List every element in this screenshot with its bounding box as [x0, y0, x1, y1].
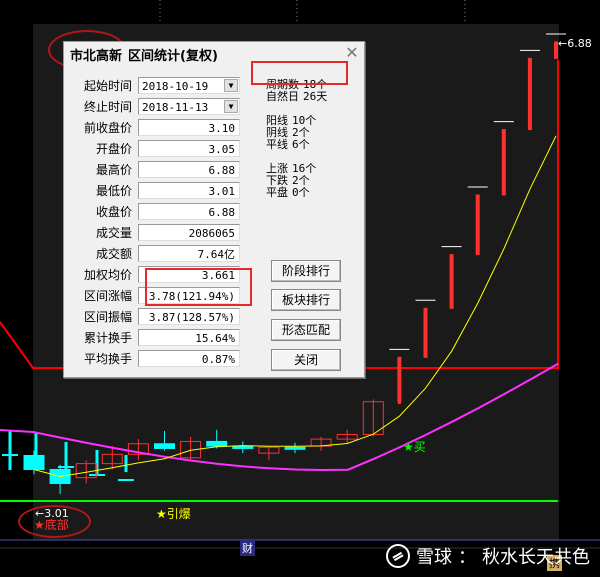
- field-row: 收盘价 6.88: [64, 201, 254, 222]
- field-label: 加权均价: [83, 268, 132, 282]
- field-value: 6.88: [138, 203, 240, 220]
- field-value-text: 2018-10-19: [142, 80, 209, 93]
- candle-body: [501, 129, 506, 196]
- field-label: 区间涨幅: [83, 289, 132, 303]
- field-label: 终止时间: [83, 100, 132, 114]
- field-row: 成交额 7.64亿: [64, 243, 254, 264]
- chevron-down-icon[interactable]: ▼: [224, 100, 238, 113]
- field-value: 2086065: [138, 224, 240, 241]
- field-row: 最高价 6.88: [64, 159, 254, 180]
- bottom-highlight: [18, 505, 91, 538]
- field-row: 终止时间 2018-11-13 ▼: [64, 96, 254, 117]
- candle-body: [206, 440, 228, 447]
- watermark: 雪球 ： 秋水长天共色: [386, 543, 590, 569]
- dialog-title-stock: 市北高新: [70, 48, 123, 64]
- close-button[interactable]: 关闭: [271, 349, 341, 371]
- buy-marker: ★买: [403, 440, 426, 454]
- field-value: 3.01: [138, 182, 240, 199]
- field-value-text: 3.05: [208, 143, 236, 156]
- field-value-text: 6.88: [208, 206, 236, 219]
- field-value-text: 6.88: [208, 164, 236, 177]
- stat-item: 上涨 16个: [266, 163, 316, 174]
- field-label: 区间振幅: [83, 310, 132, 324]
- stat-value: 0个: [292, 186, 310, 199]
- chevron-down-icon[interactable]: ▼: [224, 79, 238, 92]
- field-value-text: 0.87%: [201, 353, 235, 366]
- field-value: 6.88: [138, 161, 240, 178]
- stat-item: 平线 6个: [266, 139, 310, 150]
- field-value-text: 3.01: [208, 185, 236, 198]
- field-label: 最低价: [95, 184, 132, 198]
- price-high-label: ←6.88: [558, 37, 592, 50]
- candle-body: [23, 454, 45, 470]
- field-label: 开盘价: [95, 142, 132, 156]
- stat-item: 自然日 26天: [266, 91, 327, 102]
- field-value-text: 15.64%: [195, 332, 235, 345]
- watermark-author: 秋水长天共色: [482, 547, 590, 568]
- stage-rank-button[interactable]: 阶段排行: [271, 260, 341, 282]
- field-row: 前收盘价 3.10: [64, 117, 254, 138]
- interval-gain-highlight: [145, 268, 252, 306]
- candle-body: [284, 446, 306, 450]
- field-value-text: 3.87(128.57%): [148, 311, 235, 324]
- field-label: 累计换手: [83, 331, 132, 345]
- stat-item: 阴线 2个: [266, 127, 310, 138]
- period-count-highlight: [251, 61, 348, 85]
- stat-item: 下跌 2个: [266, 175, 310, 186]
- field-label: 平均换手: [83, 352, 132, 366]
- field-row: 起始时间 2018-10-19 ▼: [64, 75, 254, 96]
- candle-body: [423, 307, 428, 358]
- stat-value: 6个: [292, 138, 310, 151]
- field-row: 成交量 2086065: [64, 222, 254, 243]
- field-label: 起始时间: [83, 79, 132, 93]
- stat-label: 平线: [266, 138, 288, 151]
- price-high-value: 6.88: [567, 37, 592, 50]
- field-value: 0.87%: [138, 350, 240, 367]
- axis-tag-cai: 财: [240, 540, 255, 556]
- field-value: 15.64%: [138, 329, 240, 346]
- field-label: 收盘价: [95, 205, 132, 219]
- stat-item: 阳线 10个: [266, 115, 316, 126]
- sector-rank-button[interactable]: 板块排行: [271, 289, 341, 311]
- field-value: 3.05: [138, 140, 240, 157]
- snowball-logo-icon: [386, 544, 410, 568]
- field-value-text: 2086065: [188, 227, 235, 240]
- pattern-match-button[interactable]: 形态匹配: [271, 319, 341, 341]
- field-label: 成交额: [95, 247, 132, 261]
- field-value-text: 7.64亿: [197, 248, 236, 261]
- field-value-text: 3.10: [208, 122, 236, 135]
- field-value: 3.87(128.57%): [138, 308, 240, 325]
- candle-body: [397, 356, 402, 403]
- stat-label: 平盘: [266, 186, 288, 199]
- arrow-left-icon: ←: [558, 37, 568, 50]
- watermark-brand: 雪球: [416, 547, 452, 568]
- field-value-text: 2018-11-13: [142, 101, 209, 114]
- watermark-separator: ：: [458, 547, 476, 568]
- stat-value: 26天: [303, 90, 328, 103]
- stat-label: 自然日: [266, 90, 299, 103]
- candle-body: [527, 57, 532, 131]
- field-row: 区间振幅 3.87(128.57%): [64, 306, 254, 327]
- field-row: 开盘价 3.05: [64, 138, 254, 159]
- field-row: 累计换手 15.64%: [64, 327, 254, 348]
- field-value: 3.10: [138, 119, 240, 136]
- field-label: 前收盘价: [83, 121, 132, 135]
- field-row: 最低价 3.01: [64, 180, 254, 201]
- interval-stats-dialog: 市北高新 区间统计(复权) ✕ 起始时间 2018-10-19 ▼ 终止时间 2018-…: [63, 41, 365, 378]
- field-row: 平均换手 0.87%: [64, 348, 254, 369]
- date-select[interactable]: 2018-10-19 ▼: [138, 77, 240, 94]
- dialog-title-text: 区间统计(复权): [128, 48, 218, 64]
- field-label: 成交量: [95, 226, 132, 240]
- field-value: 7.64亿: [138, 245, 240, 262]
- stat-item: 平盘 0个: [266, 187, 310, 198]
- candle-body: [154, 443, 175, 449]
- field-label: 最高价: [95, 163, 132, 177]
- ignite-marker: ★引爆: [156, 507, 191, 521]
- candle-body: [232, 445, 254, 449]
- candle-body: [475, 194, 480, 256]
- candle-body: [449, 254, 454, 309]
- close-icon[interactable]: ✕: [344, 45, 360, 61]
- date-select[interactable]: 2018-11-13 ▼: [138, 98, 240, 115]
